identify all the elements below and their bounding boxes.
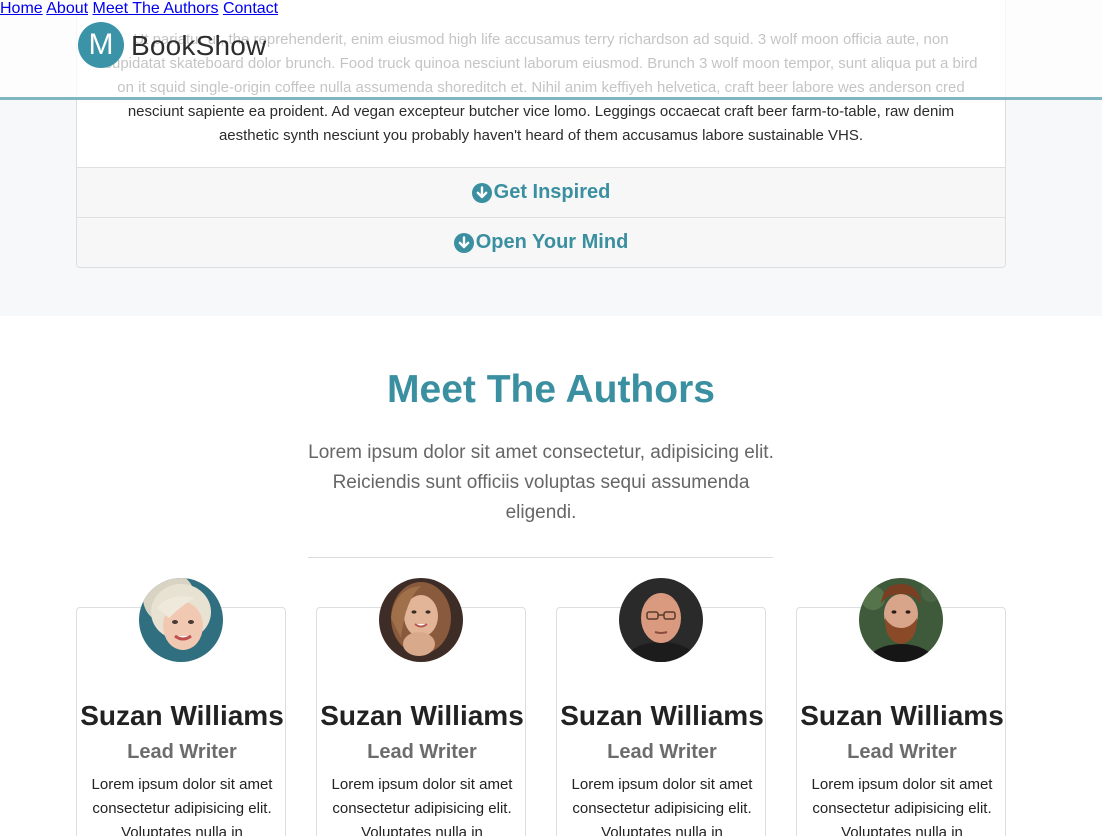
nav-link-contact[interactable]: Contact xyxy=(223,0,278,17)
avatar xyxy=(619,578,703,662)
author-bio: Lorem ipsum dolor sit amet consectetur a… xyxy=(811,776,993,836)
author-name: Suzan Williams xyxy=(320,700,524,731)
brand-name[interactable]: BookShow xyxy=(131,30,266,62)
arrow-circle-down-icon xyxy=(471,182,492,203)
navbar: M BookShow Home About Meet The Authors C… xyxy=(0,0,1102,100)
section-lead: Lorem ipsum dolor sit amet consectetur, … xyxy=(308,442,774,523)
accordion-header-label: Open Your Mind xyxy=(475,231,629,253)
author-role: Lead Writer xyxy=(607,741,717,763)
author-role: Lead Writer xyxy=(367,741,477,763)
blonde-woman-photo-icon xyxy=(139,578,223,662)
author-bio: Lorem ipsum dolor sit amet consectetur a… xyxy=(331,776,513,836)
author-name: Suzan Williams xyxy=(80,700,284,731)
author-bio: Lorem ipsum dolor sit amet consectetur a… xyxy=(571,776,753,836)
avatar xyxy=(379,578,463,662)
older-man-glasses-photo-icon xyxy=(619,578,703,662)
avatar xyxy=(139,578,223,662)
author-role: Lead Writer xyxy=(127,741,237,763)
author-name: Suzan Williams xyxy=(560,700,764,731)
nav-link-meet-the-authors[interactable]: Meet The Authors xyxy=(93,0,219,17)
author-bio: Lorem ipsum dolor sit amet consectetur a… xyxy=(91,776,273,836)
accordion-header-open-your-mind[interactable]: Open Your Mind xyxy=(77,217,1005,267)
brunette-woman-photo-icon xyxy=(379,578,463,662)
nav-link-home[interactable]: Home xyxy=(0,0,43,17)
arrow-circle-down-icon xyxy=(453,232,474,253)
avatar xyxy=(859,578,943,662)
section-title: Meet The Authors xyxy=(387,368,715,411)
divider xyxy=(308,557,773,558)
bearded-man-photo-icon xyxy=(859,578,943,662)
nav-link-about[interactable]: About xyxy=(46,0,88,17)
author-name: Suzan Williams xyxy=(800,700,1004,731)
author-role: Lead Writer xyxy=(847,741,957,763)
accordion-header-get-inspired[interactable]: Get Inspired xyxy=(77,167,1005,217)
accordion-header-label: Get Inspired xyxy=(493,181,611,203)
logo-icon[interactable]: M xyxy=(78,22,124,68)
